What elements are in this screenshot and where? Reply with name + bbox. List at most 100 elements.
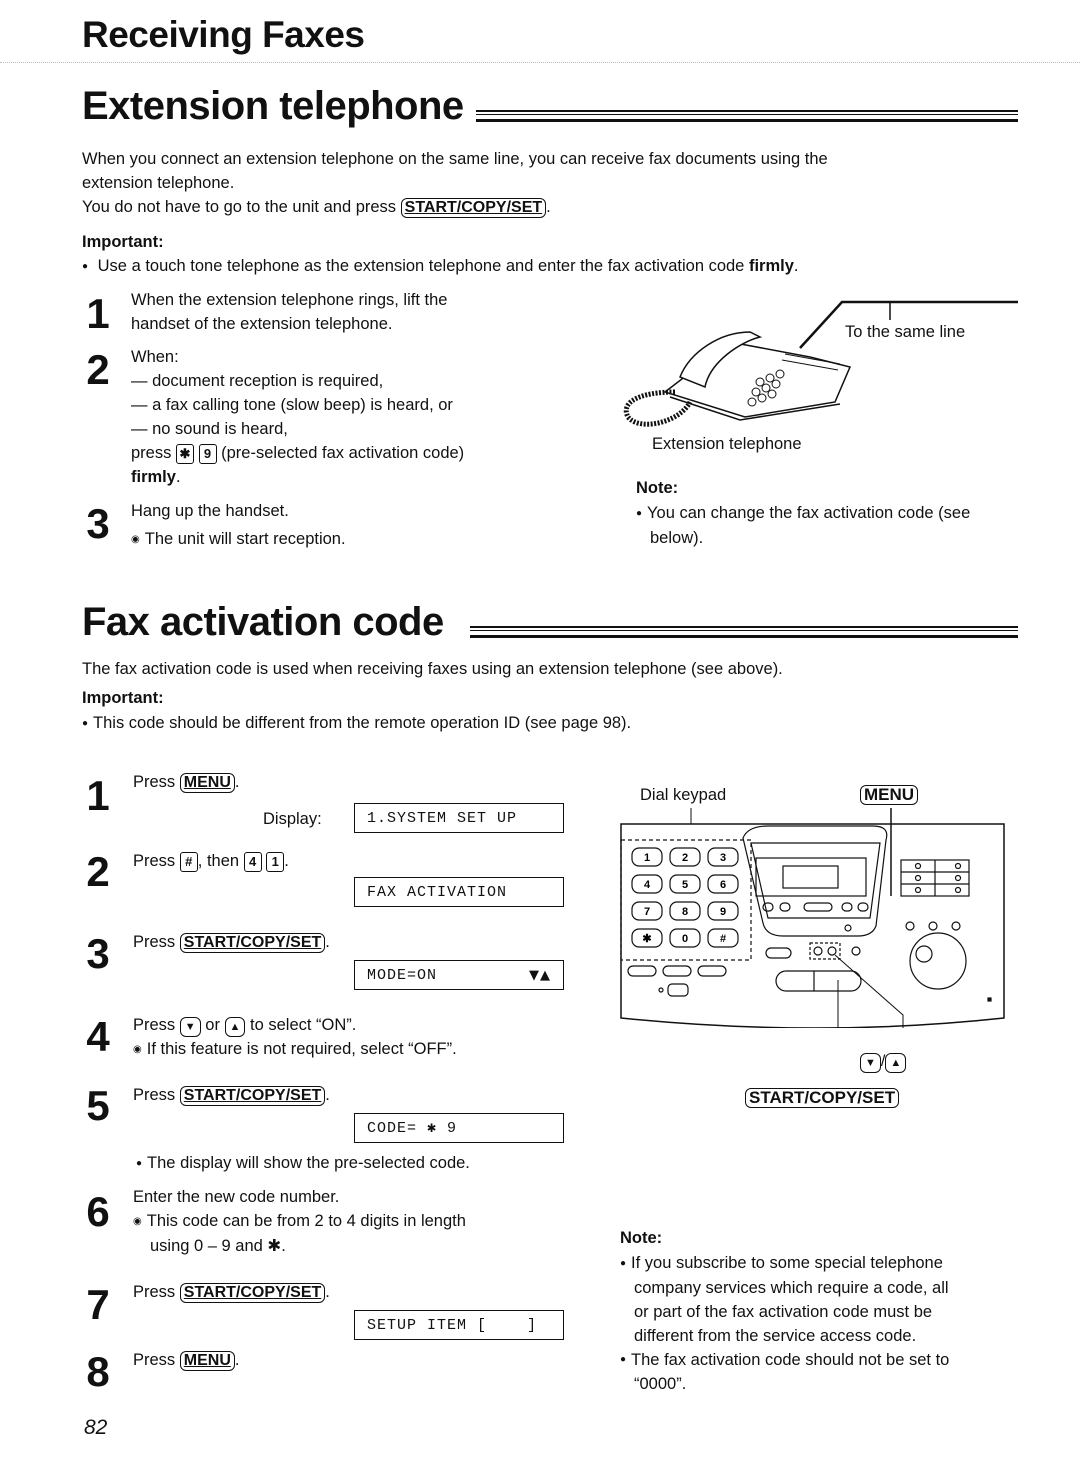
keypad-keys: 1 2 3 4 5 6 7 8 9 ✱ 0 # <box>631 847 739 948</box>
period: . <box>284 852 289 870</box>
step-line: When the extension telephone rings, lift… <box>131 291 448 309</box>
step-line: — no sound is heard, <box>131 420 288 438</box>
keypad-key-label: 5 <box>682 879 688 891</box>
step-subline: The unit will start reception. <box>131 527 346 552</box>
note-line: below). <box>650 528 704 547</box>
then-text: , then <box>197 852 240 870</box>
important-text: Use a touch tone telephone as the extens… <box>82 254 799 279</box>
step-text: Press START/COPY/SET. <box>133 1280 330 1304</box>
step-number: 3 <box>86 500 110 547</box>
period: . <box>234 773 240 791</box>
start-copy-set-key: START/COPY/SET <box>179 1283 326 1303</box>
four-key: 4 <box>243 851 262 872</box>
keypad-key-label: 2 <box>682 852 688 864</box>
note-line: or part of the fax activation code must … <box>634 1302 933 1321</box>
extension-intro: When you connect an extension telephone … <box>82 147 828 219</box>
keypad-key-label: 7 <box>644 906 650 918</box>
one-touch-buttons <box>900 859 992 1002</box>
up-arrow-key-icon: ▲ <box>885 1053 907 1073</box>
note-label: Note: <box>620 1229 663 1247</box>
section-heading-extension: Extension telephone <box>82 84 464 128</box>
note-list: If you subscribe to some special telepho… <box>620 1251 949 1396</box>
keypad-key-label: 6 <box>720 879 726 891</box>
note-line: different from the service access code. <box>634 1326 917 1345</box>
step-text: Press START/COPY/SET. <box>133 1083 330 1107</box>
press-text: Press <box>133 1283 176 1301</box>
heading-rule <box>470 626 1018 638</box>
note-line: You can change the fax activation code (… <box>636 501 970 526</box>
menu-key: MENU <box>179 1351 235 1371</box>
step-number: 1 <box>86 772 110 819</box>
step-text: When the extension telephone rings, lift… <box>131 288 447 336</box>
keypad-key-label: ✱ <box>642 933 651 945</box>
start-copy-set-key: START/COPY/SET <box>179 1086 326 1106</box>
start-callout: START/COPY/SET <box>745 1088 900 1108</box>
lcd-display: 1.SYSTEM SET UP <box>354 803 564 833</box>
keypad-key-label: 3 <box>720 852 726 864</box>
period: . <box>234 1351 240 1369</box>
menu-callout: MENU <box>860 785 919 805</box>
step-number: 5 <box>86 1082 110 1129</box>
step-text: Press #, then 4 1. <box>133 849 289 873</box>
keypad-key-label: 9 <box>720 906 726 918</box>
step-number: 2 <box>86 346 110 393</box>
intro-line: When you connect an extension telephone … <box>82 150 828 168</box>
start-copy-set-key: START/COPY/SET <box>400 198 547 218</box>
lcd-display: FAX ACTIVATION <box>354 877 564 907</box>
step-text: Hang up the handset. The unit will start… <box>131 499 346 552</box>
step-line: handset of the extension telephone. <box>131 315 393 333</box>
intro-line: extension telephone. <box>82 174 235 192</box>
note-label: Note: <box>636 479 679 497</box>
arrow-indicator-icon: ▼▲ <box>529 968 551 983</box>
firmly-text: firmly <box>131 468 176 486</box>
step-line: firmly. <box>131 465 464 489</box>
note-line: company services which require a code, a… <box>634 1278 949 1297</box>
step-subline: using 0 – 9 and ✱. <box>150 1236 286 1255</box>
star-key: ✱ <box>175 443 194 464</box>
select-on-text: to select “ON”. <box>250 1016 357 1034</box>
note-line: If you subscribe to some special telepho… <box>620 1251 949 1276</box>
step-line: Hang up the handset. <box>131 502 289 520</box>
press-text: press <box>131 444 172 462</box>
line-label: To the same line <box>845 323 966 341</box>
important-text: This code should be different from the r… <box>82 711 631 736</box>
fax-control-panel-illustration: 1 2 3 4 5 6 7 8 9 ✱ 0 # <box>620 808 1005 1028</box>
display-unit <box>742 825 888 937</box>
fax-code-intro: The fax activation code is used when rec… <box>82 660 783 678</box>
press-text: Press <box>133 933 176 951</box>
hash-key: # <box>179 851 198 872</box>
period: . <box>325 1086 330 1104</box>
phone-body-icon <box>663 331 852 421</box>
note-line: “0000”. <box>634 1375 687 1394</box>
dial-keypad-label: Dial keypad <box>640 786 727 804</box>
press-note: (pre-selected fax activation code) <box>221 444 465 462</box>
important-label: Important: <box>82 689 164 707</box>
keypad-key-label: 1 <box>644 852 650 864</box>
start-copy-set-key: START/COPY/SET <box>179 933 326 953</box>
lcd-display: CODE= ✱ 9 <box>354 1113 564 1143</box>
heading-rule <box>476 110 1018 122</box>
step-number: 6 <box>86 1188 110 1235</box>
press-text: Press <box>133 852 176 870</box>
note-line: The fax activation code should not be se… <box>620 1348 949 1373</box>
phone-label: Extension telephone <box>652 435 802 453</box>
step-subline: If this feature is not required, select … <box>133 1037 457 1062</box>
step-number: 1 <box>86 290 110 337</box>
period: . <box>546 198 551 216</box>
period: . <box>325 1283 330 1301</box>
press-text: Press <box>133 773 176 791</box>
important-label: Important: <box>82 233 164 251</box>
important-emphasis: firmly <box>748 257 794 275</box>
keypad-key-label: 8 <box>682 906 688 918</box>
intro-text: You do not have to go to the unit and pr… <box>82 198 397 216</box>
step-line: Press ▼ or ▲ to select “ON”. <box>133 1013 457 1037</box>
step-line: — document reception is required, <box>131 372 384 390</box>
section-heading-fax-code: Fax activation code <box>82 600 444 644</box>
step-number: 2 <box>86 848 110 895</box>
important-body: Use a touch tone telephone as the extens… <box>97 257 745 275</box>
down-arrow-key-icon: ▼ <box>179 1017 201 1037</box>
step-text: Press MENU. <box>133 1348 239 1372</box>
lcd-display: SETUP ITEM [ ] <box>354 1310 564 1340</box>
press-text: Press <box>133 1016 176 1034</box>
lcd-text: MODE=ON <box>367 967 438 984</box>
